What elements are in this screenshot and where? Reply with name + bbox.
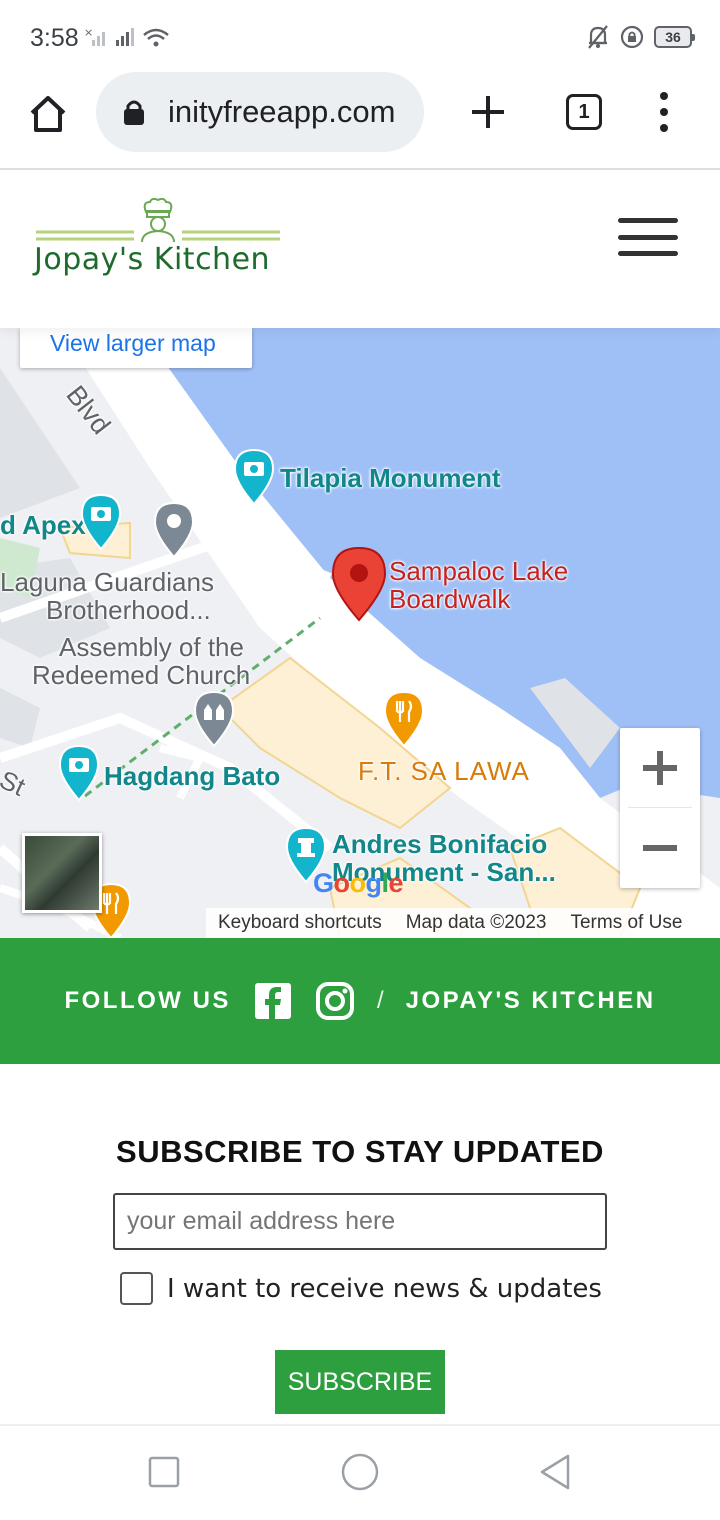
map-label-laguna-line1[interactable]: Laguna Guardians [0,567,214,598]
instagram-icon[interactable] [315,981,355,1021]
news-consent-row: I want to receive news & updates [120,1272,602,1305]
camera-pin-icon[interactable] [233,448,275,506]
svg-text:×: × [84,26,93,39]
camera-pin-icon[interactable] [58,744,100,802]
site-header: Jopay's Kitchen [0,170,720,328]
status-bar: 3:58 × 36 [0,0,720,72]
keyboard-shortcuts-link[interactable]: Keyboard shortcuts [206,912,394,934]
follow-separator: / [376,987,384,1014]
status-time: 3:58 [30,24,79,52]
home-nav-icon[interactable] [340,1452,380,1492]
camera-pin-icon[interactable] [80,493,122,551]
map-label-ft-sa-lawa[interactable]: F.T. SA LAWA [358,756,530,787]
back-icon[interactable] [536,1452,576,1492]
browser-toolbar: inityfreeapp.com 1 [0,72,720,170]
follow-brand-label[interactable]: JOPAY'S KITCHEN [406,987,656,1015]
restaurant-pin-icon[interactable] [383,690,425,748]
map-label-hagdang-bato[interactable]: Hagdang Bato [104,761,280,792]
satellite-view-toggle[interactable] [22,833,102,913]
location-pin-icon[interactable] [153,501,195,559]
map-attribution-bar: Keyboard shortcuts Map data ©2023 Terms … [206,908,720,938]
church-pin-icon[interactable] [193,690,235,748]
follow-us-label: FOLLOW US [64,987,231,1014]
map-data-text: Map data ©2023 [405,912,547,933]
tab-count: 1 [578,100,590,123]
tab-switcher-button[interactable]: 1 [566,94,602,130]
map-label-sampaloc-line2[interactable]: Boardwalk [389,585,510,613]
subscribe-button[interactable]: SUBSCRIBE [275,1350,445,1414]
address-bar[interactable]: inityfreeapp.com [96,72,424,152]
map-label-andres-line1[interactable]: Andres Bonifacio [332,829,547,860]
zoom-out-button[interactable] [620,808,700,888]
facebook-icon[interactable] [253,981,293,1021]
notifications-off-icon [588,25,608,49]
new-tab-icon[interactable] [468,92,508,132]
map-label-apex[interactable]: d Apex [0,510,86,541]
battery-indicator: 36 [654,26,695,48]
map-label-laguna-line2[interactable]: Brotherhood... [46,595,211,626]
map-label-assembly-line2[interactable]: Redeemed Church [32,660,250,691]
map-label-tilapia-monument[interactable]: Tilapia Monument [280,463,501,494]
google-logo: Google [313,868,404,898]
selected-location-pin-icon[interactable] [331,546,387,622]
map-label-assembly-line1[interactable]: Assembly of the [59,632,244,663]
zoom-in-button[interactable] [620,728,700,808]
minus-icon [643,845,677,851]
subscribe-title: SUBSCRIBE TO STAY UPDATED [116,1134,604,1169]
signal-icon: × [84,26,169,47]
lock-icon [124,100,144,125]
recent-apps-icon[interactable] [144,1452,184,1492]
follow-us-band: FOLLOW US / JOPAY'S KITCHEN [0,938,720,1064]
terms-of-use-link[interactable]: Terms of Use [558,912,694,934]
browser-menu-icon[interactable] [654,92,674,132]
battery-level: 36 [665,29,681,45]
plus-icon [643,751,677,785]
news-consent-label[interactable]: I want to receive news & updates [167,1274,602,1304]
brand-name[interactable]: Jopay's Kitchen [34,242,270,277]
url-text: inityfreeapp.com [168,94,396,129]
android-nav-bar [0,1424,720,1520]
embedded-map[interactable]: View larger map Blvd d Apex Tilapia Monu… [0,328,720,938]
rotation-lock-icon [620,25,644,49]
news-consent-checkbox[interactable] [120,1272,153,1305]
hamburger-menu-icon[interactable] [618,218,678,256]
view-larger-map-link[interactable]: View larger map [20,328,252,368]
map-zoom-controls [620,728,700,888]
home-icon[interactable] [26,92,70,136]
map-label-sampaloc-line1[interactable]: Sampaloc Lake [389,557,568,585]
email-field[interactable] [113,1193,607,1250]
